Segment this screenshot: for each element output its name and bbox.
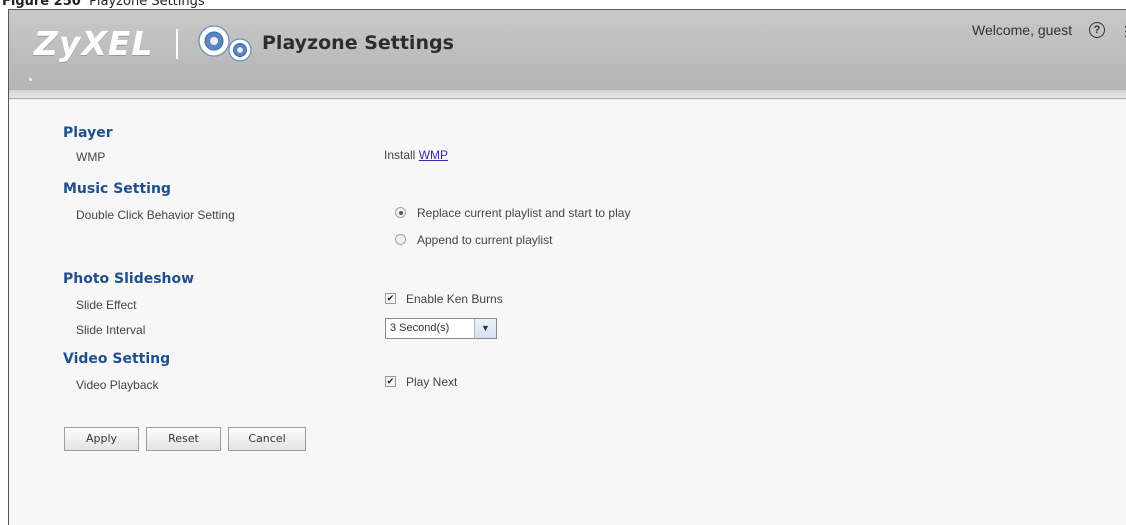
help-icon[interactable]: ? <box>1089 22 1105 38</box>
ken-burns-label: Enable Ken Burns <box>406 292 503 306</box>
radio-replace-playlist[interactable] <box>395 207 406 218</box>
install-wmp-link[interactable]: WMP <box>419 148 448 162</box>
app-window: ZyXEL Playzone Settings Welcome, guest ?… <box>8 9 1126 525</box>
radio-append-label: Append to current playlist <box>417 233 553 247</box>
brand-separator <box>176 29 178 59</box>
chevron-down-icon[interactable]: ▼ <box>474 319 496 338</box>
gear-icon <box>198 25 252 62</box>
slide-effect-label: Slide Effect <box>76 298 137 312</box>
figure-title: Playzone Settings <box>89 0 205 9</box>
section-title-player: Player <box>63 125 113 141</box>
section-title-photo: Photo Slideshow <box>63 271 195 287</box>
reset-button[interactable]: Reset <box>146 427 221 451</box>
radio-replace-label: Replace current playlist and start to pl… <box>417 206 631 220</box>
slide-interval-label: Slide Interval <box>76 323 146 337</box>
play-next-label: Play Next <box>406 375 458 389</box>
play-next-checkbox[interactable]: ✔ <box>385 376 396 387</box>
radio-append-playlist[interactable] <box>395 234 406 245</box>
figure-caption: Figure 250 Playzone Settings <box>2 0 205 9</box>
page-title: Playzone Settings <box>262 32 454 54</box>
header-bar: ZyXEL Playzone Settings Welcome, guest ?… <box>9 10 1126 99</box>
header-decoration <box>29 78 32 81</box>
ken-burns-checkbox[interactable]: ✔ <box>385 293 396 304</box>
slide-interval-select[interactable]: 3 Second(s) ▼ <box>385 318 497 339</box>
video-playback-label: Video Playback <box>76 378 159 392</box>
welcome-text: Welcome, guest <box>972 22 1073 38</box>
section-title-video: Video Setting <box>63 351 171 367</box>
brand-logo: ZyXEL <box>34 24 154 63</box>
section-title-music: Music Setting <box>63 181 171 197</box>
wmp-label: WMP <box>76 150 106 164</box>
apply-button[interactable]: Apply <box>64 427 139 451</box>
install-text: Install <box>384 148 416 162</box>
figure-label: Figure 250 <box>2 0 81 9</box>
slide-interval-value: 3 Second(s) <box>390 322 450 334</box>
header-strip <box>9 90 1126 98</box>
double-click-label: Double Click Behavior Setting <box>76 208 235 222</box>
cancel-button[interactable]: Cancel <box>228 427 306 451</box>
menu-icon[interactable]: ⋮ <box>1119 23 1126 39</box>
install-wmp: Install WMP <box>384 148 448 162</box>
